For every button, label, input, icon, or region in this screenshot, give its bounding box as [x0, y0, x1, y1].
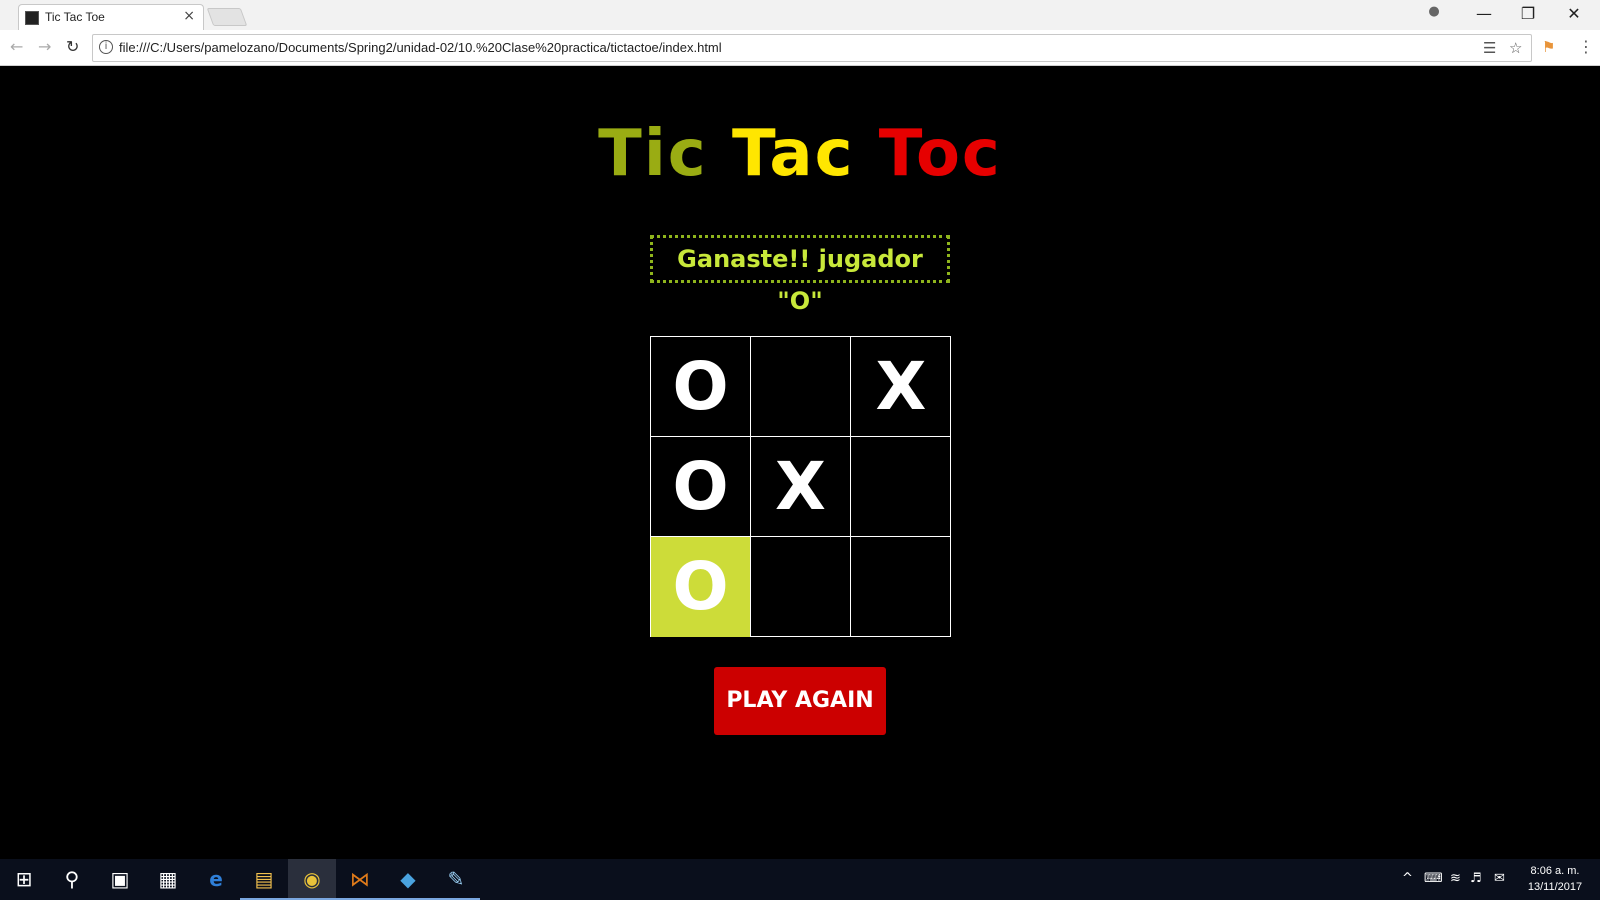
game-board: O X O X O: [650, 336, 951, 637]
restore-button[interactable]: ❐: [1506, 4, 1550, 23]
tab-close-icon[interactable]: ×: [183, 8, 195, 24]
keyboard-icon[interactable]: ⌨: [1424, 871, 1443, 886]
board-cell-0-1[interactable]: [751, 337, 851, 437]
browser-tab[interactable]: Tic Tac Toe ×: [18, 4, 204, 30]
close-window-button[interactable]: ✕: [1552, 4, 1596, 23]
url-text[interactable]: file:///C:/Users/pamelozano/Documents/Sp…: [119, 40, 722, 55]
notification-icon[interactable]: ✉: [1494, 871, 1505, 886]
wifi-icon[interactable]: ≋: [1450, 871, 1461, 886]
git-icon[interactable]: ◆: [384, 859, 432, 900]
new-tab-button[interactable]: [206, 8, 248, 26]
game-title: Tic Tac Toc: [0, 117, 1600, 191]
show-hidden-icons-chevron-icon[interactable]: ^: [1402, 871, 1413, 886]
tab-title: Tic Tac Toe: [45, 10, 105, 24]
extension-icon[interactable]: ⚑: [1542, 38, 1555, 56]
board-cell-2-0[interactable]: O: [651, 537, 751, 637]
task-view-icon[interactable]: ▣: [96, 859, 144, 900]
board-cell-1-2[interactable]: [851, 437, 951, 537]
back-arrow-icon[interactable]: ←: [10, 37, 23, 56]
paint-icon[interactable]: ✎: [432, 859, 480, 900]
windows-taskbar: ⊞ ⚲ ▣ ▦ e ▤ ◉ ⋈ ◆ ✎ ^ ⌨ ≋ ♬ ✉ 8:06 a. m.…: [0, 859, 1600, 900]
title-word-tac: Tac: [731, 117, 855, 191]
profile-icon[interactable]: ●: [1412, 4, 1456, 19]
reload-icon[interactable]: ↻: [66, 37, 79, 56]
board-cell-0-0[interactable]: O: [651, 337, 751, 437]
windows-start-icon[interactable]: ⊞: [0, 859, 48, 900]
browser-menu-icon[interactable]: ⋮: [1578, 37, 1594, 56]
bookmark-star-icon[interactable]: ☆: [1509, 39, 1522, 57]
file-explorer-icon[interactable]: ▤: [240, 859, 288, 900]
minimize-button[interactable]: —: [1462, 4, 1506, 23]
browser-title-bar: Tic Tac Toe × ● — ❐ ✕: [0, 0, 1600, 30]
forward-arrow-icon[interactable]: →: [38, 37, 51, 56]
system-clock[interactable]: 8:06 a. m. 13/11/2017: [1520, 863, 1590, 895]
play-again-button[interactable]: PLAY AGAIN: [714, 667, 886, 735]
browser-toolbar: ← → ↻ i file:///C:/Users/pamelozano/Docu…: [0, 30, 1600, 66]
visual-studio-icon[interactable]: ⋈: [336, 859, 384, 900]
title-word-toc: Toc: [878, 117, 1002, 191]
status-message: Ganaste!! jugador "O": [650, 235, 950, 315]
info-icon[interactable]: i: [99, 40, 113, 54]
clock-time: 8:06 a. m.: [1530, 865, 1580, 877]
board-cell-2-1[interactable]: [751, 537, 851, 637]
translate-icon[interactable]: ☰: [1483, 39, 1496, 57]
title-word-tic: Tic: [598, 117, 708, 191]
chrome-icon[interactable]: ◉: [288, 859, 336, 900]
edge-icon[interactable]: e: [192, 859, 240, 900]
page-content: Tic Tac Toc Ganaste!! jugador "O" O X O …: [0, 67, 1600, 859]
board-cell-1-1[interactable]: X: [751, 437, 851, 537]
board-cell-0-2[interactable]: X: [851, 337, 951, 437]
tab-favicon-icon: [25, 11, 39, 25]
clock-date: 13/11/2017: [1527, 881, 1583, 893]
search-icon[interactable]: ⚲: [48, 859, 96, 900]
board-cell-2-2[interactable]: [851, 537, 951, 637]
address-bar[interactable]: i file:///C:/Users/pamelozano/Documents/…: [92, 34, 1532, 62]
board-cell-1-0[interactable]: O: [651, 437, 751, 537]
volume-icon[interactable]: ♬: [1470, 871, 1482, 886]
store-icon[interactable]: ▦: [144, 859, 192, 900]
